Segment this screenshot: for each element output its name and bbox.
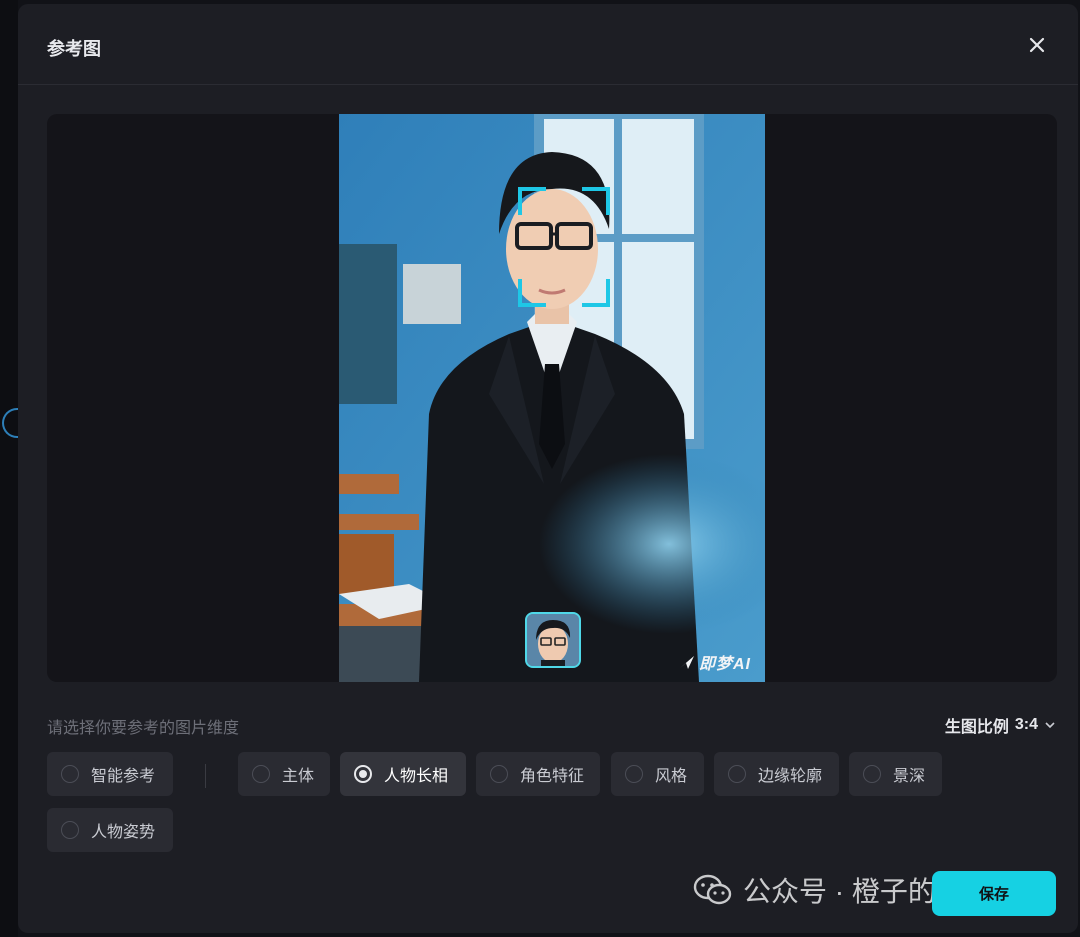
option-label: 风格: [655, 768, 688, 785]
option-pose[interactable]: 人物姿势: [47, 808, 173, 852]
option-label: 边缘轮廓: [758, 768, 823, 785]
aspect-ratio-label: 生图比例: [944, 719, 1009, 736]
watermark-text: 即梦AI: [699, 656, 752, 673]
option-subject[interactable]: 主体: [238, 752, 330, 796]
close-icon[interactable]: [1026, 34, 1048, 56]
image-watermark: 即梦AI: [679, 650, 751, 674]
radio-icon: [490, 765, 508, 783]
dialog-title: 参考图: [47, 39, 101, 59]
option-depth-of-field[interactable]: 景深: [849, 752, 942, 796]
option-edge-outline[interactable]: 边缘轮廓: [714, 752, 839, 796]
option-character-traits[interactable]: 角色特征: [476, 752, 600, 796]
face-thumbnail[interactable]: [525, 612, 581, 668]
radio-icon: [252, 765, 270, 783]
dimension-hint-text: 请选择你要参考的图片维度: [47, 720, 240, 737]
option-label: 主体: [282, 768, 315, 785]
option-style[interactable]: 风格: [611, 752, 704, 796]
aspect-ratio-dropdown[interactable]: 生图比例 3:4: [945, 713, 1056, 737]
radio-icon: [61, 821, 79, 839]
radio-icon: [728, 765, 746, 783]
chevron-down-icon: [1045, 722, 1055, 729]
dialog-header: 参考图: [18, 4, 1078, 85]
option-label: 人物长相: [384, 768, 449, 785]
radio-icon: [625, 765, 643, 783]
option-face-likeness[interactable]: 人物长相: [340, 752, 466, 796]
radio-icon: [863, 765, 881, 783]
reference-image-dialog: 参考图 即梦AI 请选择你要参考的图片维度 生图比例 3:4 智能参考 主体 人…: [18, 4, 1078, 933]
save-button[interactable]: 保存: [932, 871, 1056, 916]
face-detection-frame: [518, 187, 610, 307]
image-preview-area: 即梦AI: [47, 114, 1057, 682]
option-divider: [205, 764, 206, 788]
radio-selected-icon: [354, 765, 372, 783]
watermark-logo-icon: [680, 656, 694, 669]
aspect-ratio-value: 3:4: [1014, 716, 1038, 733]
option-smart-reference[interactable]: 智能参考: [47, 752, 173, 796]
option-label: 人物姿势: [91, 824, 156, 841]
radio-icon: [61, 765, 79, 783]
option-label: 景深: [893, 768, 926, 785]
option-label: 智能参考: [91, 768, 156, 785]
option-label: 角色特征: [520, 768, 585, 785]
wechat-icon: [693, 874, 732, 905]
reference-photo: 即梦AI: [339, 114, 765, 682]
background-app-strip: [0, 0, 18, 937]
